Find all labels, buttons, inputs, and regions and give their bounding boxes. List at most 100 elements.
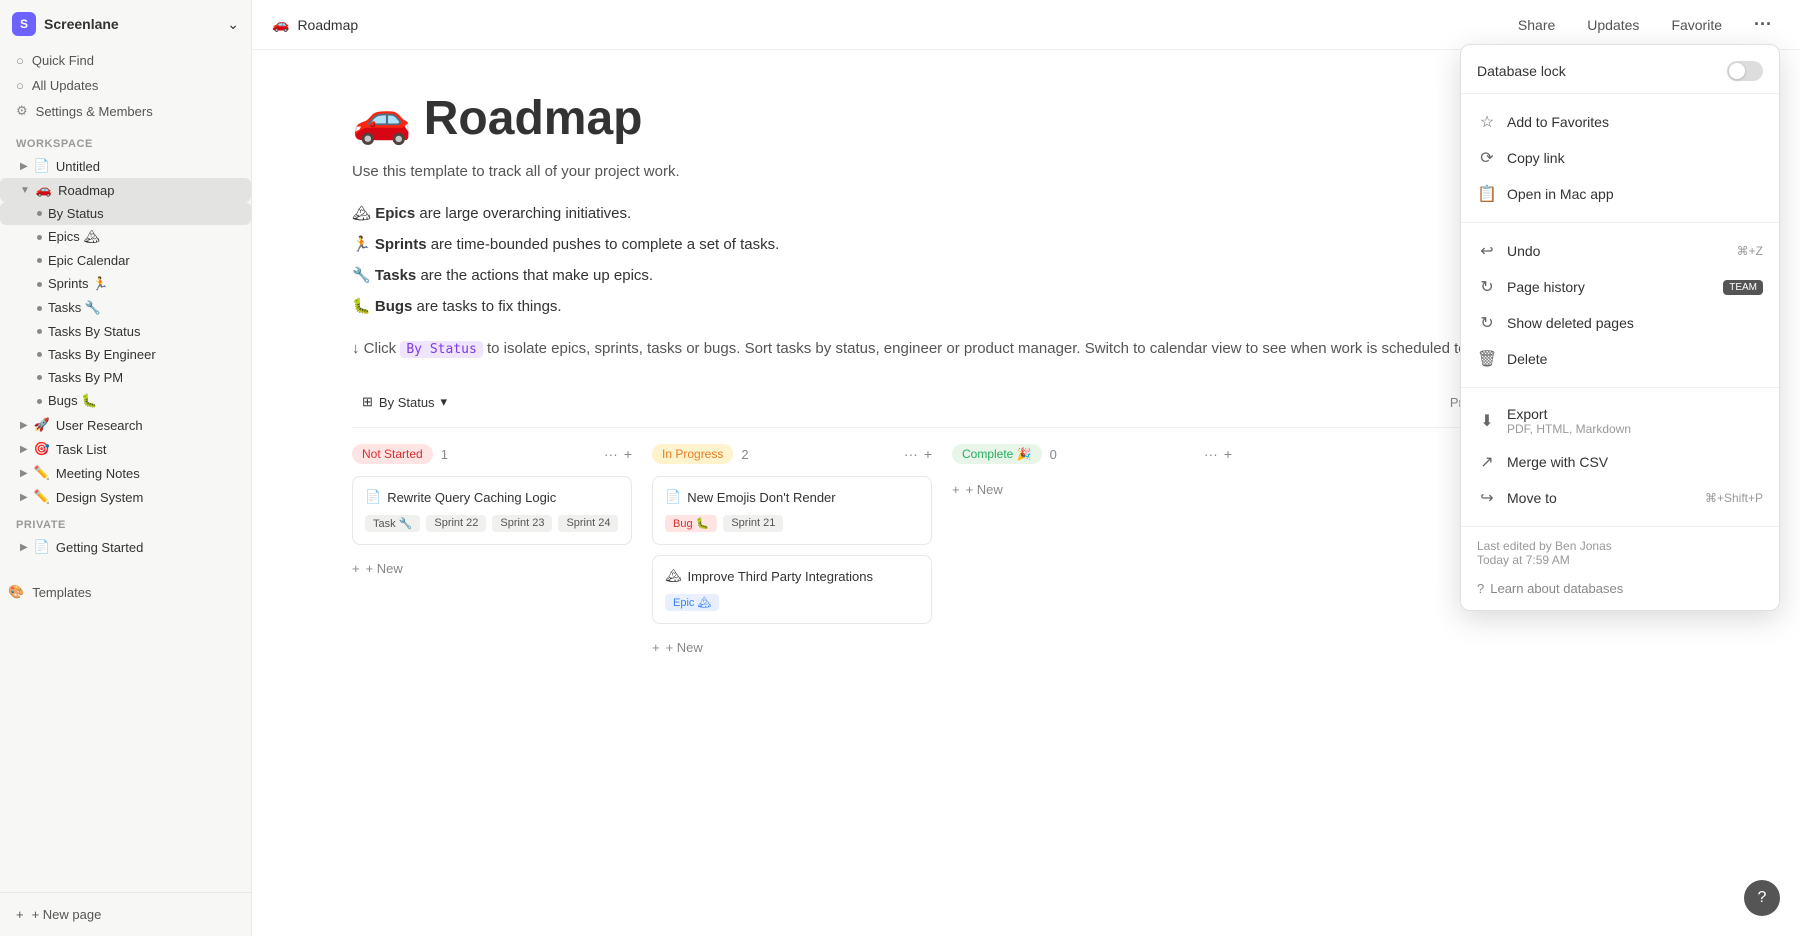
sidebar-item-tasks-by-pm[interactable]: Tasks By PM [0, 366, 251, 389]
last-edited-section: Last edited by Ben Jonas Today at 7:59 A… [1461, 531, 1779, 575]
page-history-badge: TEAM [1723, 280, 1763, 295]
heading-title: Roadmap [424, 91, 643, 146]
sidebar-item-meeting-notes[interactable]: ▶ ✏️ Meeting Notes [0, 461, 251, 485]
chevron-right-icon: ▶ [20, 492, 28, 503]
plus-icon: + [924, 446, 932, 462]
show-deleted-item[interactable]: ↻ Show deleted pages [1461, 305, 1779, 341]
page-breadcrumb: 🚗 Roadmap [272, 16, 1498, 33]
more-options-button[interactable]: ··· [1746, 10, 1780, 39]
card-tags-2: Bug 🐛 Sprint 21 [665, 515, 919, 532]
merge-icon: ↗ [1477, 452, 1497, 472]
updates-button[interactable]: Updates [1579, 13, 1647, 37]
undo-label: Undo [1507, 243, 1727, 259]
card-title-text: Rewrite Query Caching Logic [387, 490, 556, 505]
board-card-3[interactable]: 🏔 Improve Third Party Integrations Epic … [652, 555, 932, 624]
sidebar-item-templates[interactable]: 🎨 Templates [0, 579, 251, 605]
export-sub-label: PDF, HTML, Markdown [1507, 422, 1763, 436]
page-history-label: Page history [1507, 279, 1713, 295]
page-history-item[interactable]: ↻ Page history TEAM [1461, 269, 1779, 305]
sidebar: S Screenlane ⌄ ○ Quick Find ○ All Update… [0, 0, 252, 936]
sidebar-item-tasks-by-engineer[interactable]: Tasks By Engineer [0, 343, 251, 366]
column-actions-in-progress[interactable]: ··· + [904, 446, 932, 462]
heading-emoji: 🚗 [352, 90, 412, 147]
sidebar-item-label: Getting Started [56, 540, 143, 555]
page-icon: 🚗 [36, 182, 52, 198]
sidebar-item-tasks[interactable]: Tasks 🔧 [0, 296, 251, 320]
sidebar-item-design-system[interactable]: ▶ ✏️ Design System [0, 485, 251, 509]
sidebar-item-sprints[interactable]: Sprints 🏃 [0, 272, 251, 296]
delete-label: Delete [1507, 351, 1763, 367]
delete-item[interactable]: 🗑 Delete [1461, 341, 1779, 377]
export-item[interactable]: ⬇ Export PDF, HTML, Markdown [1461, 398, 1779, 444]
search-icon: ○ [16, 53, 24, 68]
merge-csv-item[interactable]: ↗ Merge with CSV [1461, 444, 1779, 480]
sidebar-item-settings[interactable]: ⚙ Settings & Members [8, 98, 243, 124]
open-mac-app-item[interactable]: 📋 Open in Mac app [1461, 176, 1779, 212]
new-page-button[interactable]: + + New page [8, 901, 243, 928]
page-icon: 📄 [34, 158, 50, 174]
help-button[interactable]: ? [1744, 880, 1780, 916]
menu-section-export: ⬇ Export PDF, HTML, Markdown ↗ Merge wit… [1461, 392, 1779, 522]
chevron-down-icon: ▾ [441, 394, 448, 410]
learn-databases-link[interactable]: ? Learn about databases [1461, 575, 1779, 602]
sidebar-bottom: + + New page [0, 892, 251, 936]
chevron-down-icon: ▼ [20, 185, 30, 196]
chevron-right-icon: ▶ [20, 420, 28, 431]
card-tag: Sprint 21 [723, 515, 783, 532]
move-to-item[interactable]: ↪ Move to ⌘+Shift+P [1461, 480, 1779, 516]
add-to-favorites-item[interactable]: ☆ Add to Favorites [1461, 104, 1779, 140]
sidebar-item-all-updates[interactable]: ○ All Updates [8, 73, 243, 98]
column-in-progress: In Progress 2 ··· + 📄 New Emojis Don't R… [652, 444, 932, 661]
copy-link-item[interactable]: ⟳ Copy link [1461, 140, 1779, 176]
column-count-not-started: 1 [441, 447, 448, 462]
favorite-button[interactable]: Favorite [1663, 13, 1730, 37]
sidebar-item-quick-find[interactable]: ○ Quick Find [8, 48, 243, 73]
sidebar-item-bugs[interactable]: Bugs 🐛 [0, 389, 251, 413]
undo-item[interactable]: ↩ Undo ⌘+Z [1461, 233, 1779, 269]
column-header-in-progress: In Progress 2 ··· + [652, 444, 932, 464]
sidebar-item-epic-calendar[interactable]: Epic Calendar [0, 249, 251, 272]
restore-icon: ↻ [1477, 313, 1497, 333]
sidebar-item-user-research[interactable]: ▶ 🚀 User Research [0, 413, 251, 437]
database-lock-toggle[interactable] [1727, 61, 1763, 81]
share-button[interactable]: Share [1510, 13, 1563, 37]
column-header-complete: Complete 🎉 0 ··· + [952, 444, 1232, 464]
workspace-header[interactable]: S Screenlane ⌄ [0, 0, 251, 44]
board-card-1[interactable]: 📄 Rewrite Query Caching Logic Task 🔧 Spr… [352, 476, 632, 545]
sidebar-item-label: Tasks 🔧 [48, 300, 101, 316]
sidebar-item-tasks-by-status[interactable]: Tasks By Status [0, 320, 251, 343]
sidebar-item-label: Task List [56, 442, 107, 457]
undo-icon: ↩ [1477, 241, 1497, 261]
board-card-2[interactable]: 📄 New Emojis Don't Render Bug 🐛 Sprint 2… [652, 476, 932, 545]
sidebar-item-label: Quick Find [32, 53, 94, 68]
learn-label: Learn about databases [1490, 581, 1623, 596]
history-icon: ↻ [1477, 277, 1497, 297]
plus-icon: + [16, 907, 24, 922]
add-new-complete[interactable]: + + New [952, 476, 1232, 503]
view-selector-button[interactable]: ⊞ By Status ▾ [352, 389, 457, 415]
merge-csv-label: Merge with CSV [1507, 454, 1763, 470]
updates-icon: ○ [16, 78, 24, 93]
card-title-3: 🏔 Improve Third Party Integrations [665, 568, 919, 584]
sidebar-item-getting-started[interactable]: ▶ 📄 Getting Started [0, 535, 251, 559]
sidebar-item-roadmap[interactable]: ▼ 🚗 Roadmap [0, 178, 251, 202]
sidebar-item-untitled[interactable]: ▶ 📄 Untitled [0, 154, 251, 178]
card-tags-1: Task 🔧 Sprint 22 Sprint 23 Sprint 24 [365, 515, 619, 532]
column-actions-not-started[interactable]: ··· + [604, 446, 632, 462]
star-icon: ☆ [1477, 112, 1497, 132]
add-new-in-progress[interactable]: + + New [652, 634, 932, 661]
page-icon: ✏️ [34, 465, 50, 481]
sidebar-item-label: By Status [48, 206, 104, 221]
sidebar-item-epics[interactable]: Epics 🏔 [0, 225, 251, 249]
sidebar-item-by-status[interactable]: By Status [0, 202, 251, 225]
dots-icon: ··· [604, 446, 618, 462]
column-badge-not-started: Not Started [352, 444, 433, 464]
sidebar-item-task-list[interactable]: ▶ 🎯 Task List [0, 437, 251, 461]
database-lock-row: Database lock [1461, 53, 1779, 94]
card-icon: 🏔 [665, 568, 682, 584]
add-new-not-started[interactable]: + + New [352, 555, 632, 582]
column-actions-complete[interactable]: ··· + [1204, 446, 1232, 462]
column-badge-complete: Complete 🎉 [952, 444, 1042, 464]
column-count-complete: 0 [1050, 447, 1057, 462]
card-icon: 📄 [365, 489, 381, 505]
